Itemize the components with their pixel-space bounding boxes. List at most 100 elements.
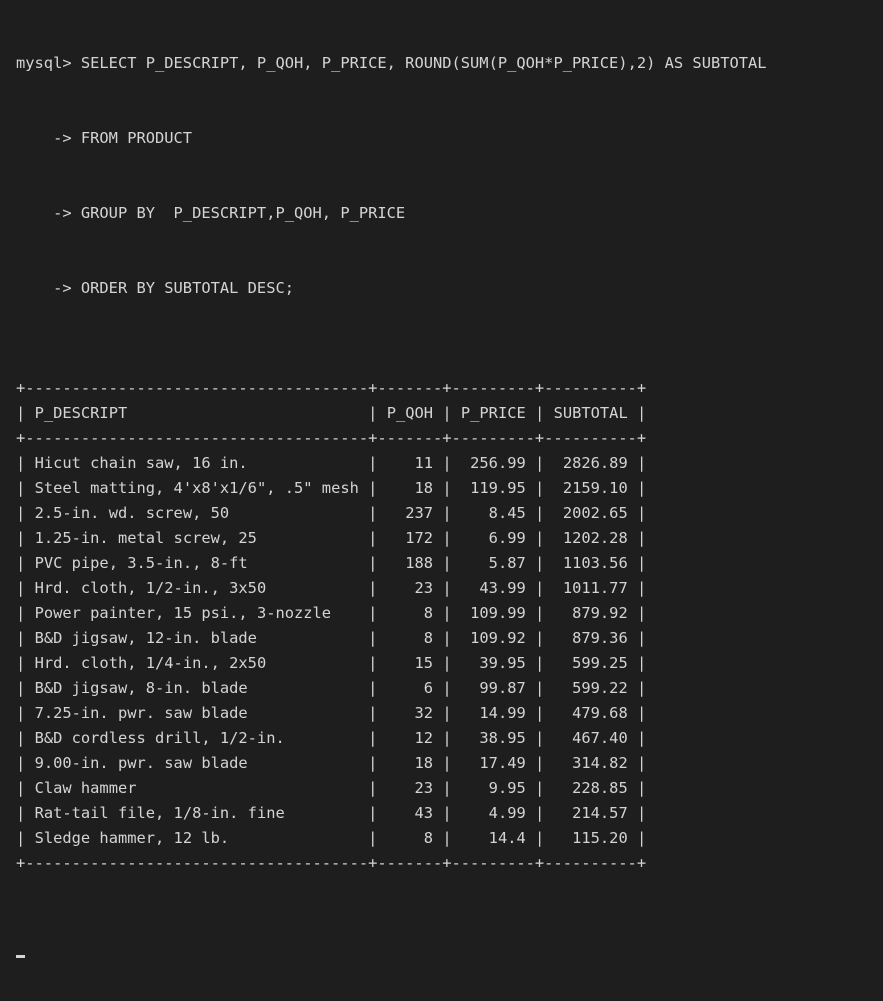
command-line: -> ORDER BY SUBTOTAL DESC; xyxy=(16,276,883,301)
table-row: | Sledge hammer, 12 lb. | 8 | 14.4 | 115… xyxy=(16,829,647,847)
query-line-1: SELECT P_DESCRIPT, P_QOH, P_PRICE, ROUND… xyxy=(80,54,767,72)
table-cell-3: 1011.77 xyxy=(562,579,628,597)
table-cell-3: 2002.65 xyxy=(562,504,628,522)
table-cell-2: 38.95 xyxy=(479,729,526,747)
table-cell-3: 228.85 xyxy=(572,779,628,797)
table-cell-3: 214.57 xyxy=(572,804,628,822)
table-cell-2: 119.95 xyxy=(470,479,526,497)
table-cell-2: 14.4 xyxy=(488,829,526,847)
table-cell-1: 43 xyxy=(414,804,434,822)
terminal-window[interactable]: mysql> SELECT P_DESCRIPT, P_QOH, P_PRICE… xyxy=(0,0,883,958)
table-cell-1: 23 xyxy=(414,579,434,597)
table-cell-1: 11 xyxy=(414,454,434,472)
table-cell-3: 599.22 xyxy=(572,679,628,697)
column-header-1: P_QOH xyxy=(386,404,434,422)
table-row: | B&D jigsaw, 12-in. blade | 8 | 109.92 … xyxy=(16,629,647,647)
table-row: | B&D jigsaw, 8-in. blade | 6 | 99.87 | … xyxy=(16,679,647,697)
table-cell-2: 4.99 xyxy=(488,804,526,822)
continuation-prompt: -> xyxy=(16,279,81,297)
command-line: mysql> SELECT P_DESCRIPT, P_QOH, P_PRICE… xyxy=(16,51,883,76)
table-cell-3: 599.25 xyxy=(572,654,628,672)
table-cell-1: 237 xyxy=(405,504,434,522)
table-row: | Rat-tail file, 1/8-in. fine | 43 | 4.9… xyxy=(16,804,647,822)
table-row: | 7.25-in. pwr. saw blade | 32 | 14.99 |… xyxy=(16,704,647,722)
table-cell-1: 6 xyxy=(423,679,434,697)
table-cell-2: 256.99 xyxy=(470,454,526,472)
table-cell-1: 15 xyxy=(414,654,434,672)
table-cell-3: 479.68 xyxy=(572,704,628,722)
text-cursor xyxy=(16,955,25,958)
table-row: | Steel matting, 4'x8'x1/6", .5" mesh | … xyxy=(16,479,647,497)
column-header-2: P_PRICE xyxy=(460,404,526,422)
table-cell-0: 1.25-in. metal screw, 25 xyxy=(34,529,257,547)
table-cell-0: Steel matting, 4'x8'x1/6", .5" mesh xyxy=(34,479,359,497)
table-cell-2: 39.95 xyxy=(479,654,526,672)
table-cell-0: Power painter, 15 psi., 3-nozzle xyxy=(34,604,332,622)
table-cell-1: 172 xyxy=(405,529,434,547)
table-cell-3: 2826.89 xyxy=(562,454,628,472)
table-cell-0: Hrd. cloth, 1/4-in., 2x50 xyxy=(34,654,267,672)
table-cell-0: Hrd. cloth, 1/2-in., 3x50 xyxy=(34,579,267,597)
table-cell-1: 32 xyxy=(414,704,434,722)
table-cell-2: 9.95 xyxy=(488,779,526,797)
table-row: | PVC pipe, 3.5-in., 8-ft | 188 | 5.87 |… xyxy=(16,554,647,572)
table-cell-3: 879.36 xyxy=(572,629,628,647)
table-row: | 1.25-in. metal screw, 25 | 172 | 6.99 … xyxy=(16,529,647,547)
table-cell-3: 115.20 xyxy=(572,829,628,847)
table-cell-0: B&D cordless drill, 1/2-in. xyxy=(34,729,285,747)
table-cell-0: Rat-tail file, 1/8-in. fine xyxy=(34,804,285,822)
table-cell-3: 314.82 xyxy=(572,754,628,772)
command-line: -> FROM PRODUCT xyxy=(16,126,883,151)
table-cell-2: 109.99 xyxy=(470,604,526,622)
table-cell-2: 17.49 xyxy=(479,754,526,772)
table-cell-1: 188 xyxy=(405,554,434,572)
table-cell-0: B&D jigsaw, 12-in. blade xyxy=(34,629,257,647)
query-line-2: FROM PRODUCT xyxy=(80,129,193,147)
table-border: +-------------------------------------+-… xyxy=(16,379,647,397)
table-cell-0: 2.5-in. wd. screw, 50 xyxy=(34,504,230,522)
table-row: | Hrd. cloth, 1/2-in., 3x50 | 23 | 43.99… xyxy=(16,579,647,597)
table-cell-0: 9.00-in. pwr. saw blade xyxy=(34,754,248,772)
table-cell-2: 6.99 xyxy=(488,529,526,547)
table-header-row: | P_DESCRIPT | P_QOH | P_PRICE | SUBTOTA… xyxy=(16,404,647,422)
table-cell-2: 14.99 xyxy=(479,704,526,722)
table-cell-3: 1103.56 xyxy=(562,554,628,572)
table-cell-1: 12 xyxy=(414,729,434,747)
table-cell-1: 8 xyxy=(423,829,434,847)
table-cell-0: PVC pipe, 3.5-in., 8-ft xyxy=(34,554,248,572)
table-row: | Claw hammer | 23 | 9.95 | 228.85 | xyxy=(16,779,647,797)
table-border: +-------------------------------------+-… xyxy=(16,854,647,872)
table-cell-1: 8 xyxy=(423,604,434,622)
table-cell-0: Claw hammer xyxy=(34,779,137,797)
table-row: | Hicut chain saw, 16 in. | 11 | 256.99 … xyxy=(16,454,647,472)
table-cell-1: 8 xyxy=(423,629,434,647)
table-row: | B&D cordless drill, 1/2-in. | 12 | 38.… xyxy=(16,729,647,747)
input-line[interactable] xyxy=(16,951,883,976)
table-cell-0: Sledge hammer, 12 lb. xyxy=(34,829,230,847)
table-row: | 9.00-in. pwr. saw blade | 18 | 17.49 |… xyxy=(16,754,647,772)
table-cell-1: 23 xyxy=(414,779,434,797)
table-cell-3: 1202.28 xyxy=(562,529,628,547)
continuation-prompt: -> xyxy=(16,129,81,147)
mysql-prompt: mysql> xyxy=(16,54,81,72)
column-header-0: P_DESCRIPT xyxy=(34,404,128,422)
table-cell-0: Hicut chain saw, 16 in. xyxy=(34,454,248,472)
table-cell-2: 43.99 xyxy=(479,579,526,597)
query-line-3: GROUP BY P_DESCRIPT,P_QOH, P_PRICE xyxy=(80,204,406,222)
table-cell-1: 18 xyxy=(414,754,434,772)
table-cell-3: 2159.10 xyxy=(562,479,628,497)
command-line: -> GROUP BY P_DESCRIPT,P_QOH, P_PRICE xyxy=(16,201,883,226)
table-border: +-------------------------------------+-… xyxy=(16,429,647,447)
table-row: | Hrd. cloth, 1/4-in., 2x50 | 15 | 39.95… xyxy=(16,654,647,672)
query-line-4: ORDER BY SUBTOTAL DESC; xyxy=(80,279,294,297)
table-cell-3: 467.40 xyxy=(572,729,628,747)
table-cell-2: 8.45 xyxy=(488,504,526,522)
table-cell-1: 18 xyxy=(414,479,434,497)
column-header-3: SUBTOTAL xyxy=(553,404,628,422)
table-cell-2: 5.87 xyxy=(488,554,526,572)
continuation-prompt: -> xyxy=(16,204,81,222)
table-cell-2: 99.87 xyxy=(479,679,526,697)
table-cell-0: B&D jigsaw, 8-in. blade xyxy=(34,679,248,697)
table-row: | 2.5-in. wd. screw, 50 | 237 | 8.45 | 2… xyxy=(16,504,647,522)
table-cell-0: 7.25-in. pwr. saw blade xyxy=(34,704,248,722)
